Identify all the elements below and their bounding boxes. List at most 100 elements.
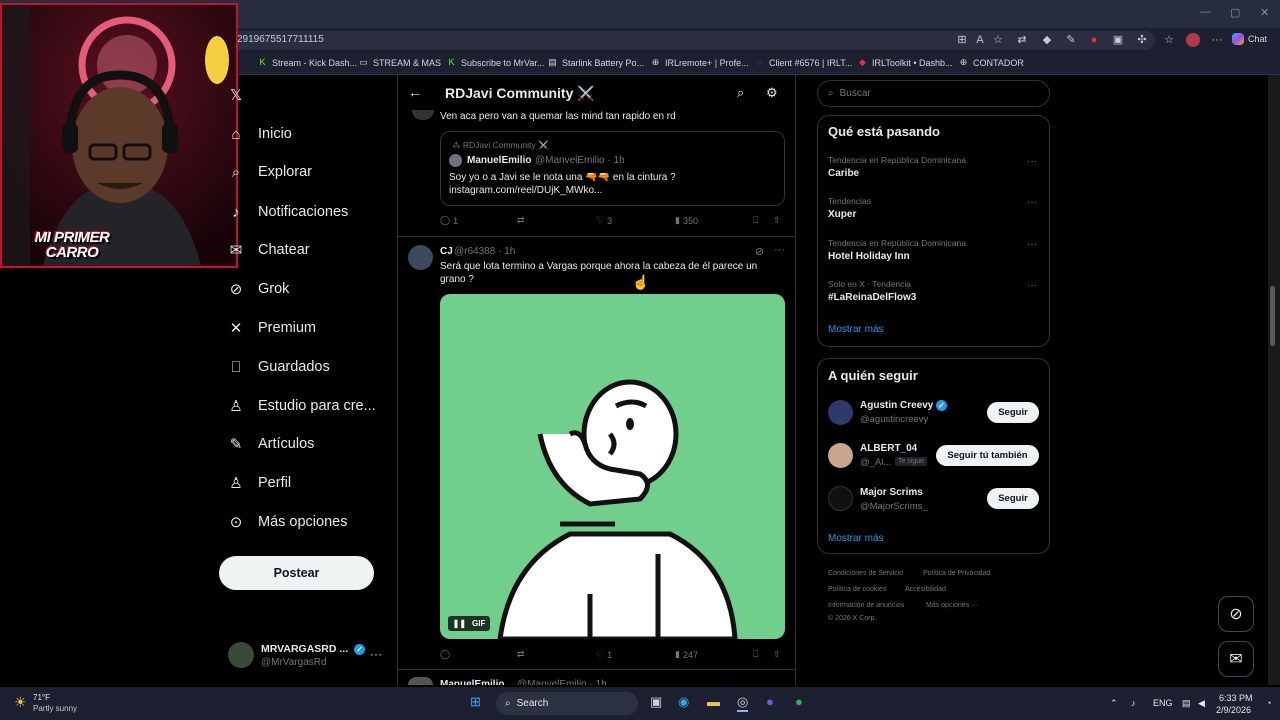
show-more-follow[interactable]: Mostrar más — [828, 533, 884, 544]
post-author[interactable]: ManuelEmilio — [440, 678, 504, 685]
bookmark-item[interactable]: K Stream - Kick Dash... — [257, 57, 357, 68]
follow-name[interactable]: Major Scrims — [860, 487, 923, 498]
nav-item-bookmarks[interactable]: ⎕ Guardados — [228, 349, 329, 385]
repost-button[interactable]: ⇄ — [517, 215, 528, 226]
follow-name[interactable]: ALBERT_04 — [860, 443, 917, 454]
url-text[interactable]: 2919675517711115 — [237, 34, 324, 45]
read-aloud-icon[interactable]: A — [973, 33, 987, 47]
account-avatar[interactable] — [228, 642, 254, 668]
extension-icon[interactable]: ● — [1087, 33, 1101, 47]
footer-link[interactable]: Política de Privacidad — [923, 570, 990, 577]
footer-link[interactable]: Más opciones ··· — [926, 602, 978, 609]
bookmark-button[interactable]: ⎕ — [753, 649, 758, 660]
avatar[interactable] — [828, 443, 853, 468]
favorites-icon[interactable]: ☆ — [1162, 33, 1176, 47]
follow-name[interactable]: Agustin Creevy ✓ — [860, 400, 948, 411]
edge-icon[interactable]: ◉ — [678, 694, 689, 710]
nav-item-notifications[interactable]: ♪ Notificaciones — [228, 194, 348, 230]
taskbar-search[interactable]: ⌕ Search — [496, 692, 638, 715]
grok-fab-icon[interactable]: ⊘ — [1218, 596, 1254, 632]
language-indicator[interactable]: ENG — [1153, 698, 1173, 708]
spotify-icon[interactable]: ● — [795, 694, 803, 709]
bookmark-item[interactable]: ◌ Client #6576 | IRLT... — [754, 57, 852, 68]
bookmark-item[interactable]: ▤ Starlink Battery Po... — [547, 57, 644, 68]
post-author[interactable]: CJ — [440, 246, 453, 257]
trend-item[interactable]: Xuper — [828, 209, 856, 220]
avatar[interactable] — [408, 677, 433, 685]
favorite-star-icon[interactable]: ☆ — [991, 33, 1005, 47]
account-more-icon[interactable]: ··· — [370, 647, 382, 661]
bookmark-item[interactable]: ◆ IRLToolkit • Dashb... — [857, 57, 953, 68]
tray-chevron-icon[interactable]: ⌃ — [1110, 698, 1118, 709]
views-button[interactable]: ▮ 247 — [675, 649, 698, 660]
search-icon[interactable]: ⌕ — [737, 85, 744, 101]
views-button[interactable]: ▮ 350 — [675, 215, 698, 226]
weather-temp[interactable]: 71°F — [33, 693, 50, 702]
close-icon[interactable]: ✕ — [1260, 6, 1269, 19]
messages-fab-icon[interactable]: ✉ — [1218, 641, 1254, 677]
post-button[interactable]: Postear — [219, 556, 374, 590]
footer-link[interactable]: Condiciones de Servicio — [828, 570, 903, 577]
like-button[interactable]: ♡ 1 — [596, 649, 612, 660]
bookmark-button[interactable]: ⎕ — [753, 215, 758, 226]
trend-more-icon[interactable]: ··· — [1027, 280, 1037, 291]
account-name[interactable]: MRVARGASRD ... ✓ — [261, 643, 366, 655]
extension-icon[interactable]: ⇄ — [1015, 33, 1029, 47]
clock-time[interactable]: 6:33 PM — [1219, 693, 1253, 703]
trend-item[interactable]: Hotel Holiday Inn — [828, 251, 910, 262]
bookmark-item[interactable]: ⊕ CONTADOR — [958, 57, 1024, 68]
trend-item[interactable]: #LaReinaDelFlow3 — [828, 292, 916, 303]
nav-item-grok[interactable]: ⊘ Grok — [228, 271, 290, 307]
footer-link[interactable]: Política de cookies — [828, 586, 886, 593]
bookmark-item[interactable]: K Subscribe to MrVar... — [446, 57, 544, 68]
show-more-trends[interactable]: Mostrar más — [828, 324, 884, 335]
footer-link[interactable]: Información de anuncios — [828, 602, 904, 609]
nav-item-creator-studio[interactable]: ♙ Estudio para cre... — [228, 388, 375, 424]
discord-icon[interactable]: ● — [766, 694, 774, 709]
gear-icon[interactable]: ⚙ — [766, 85, 778, 101]
trend-item[interactable]: Caribe — [828, 168, 859, 179]
x-logo-icon[interactable]: 𝕏 — [230, 86, 242, 104]
footer-link[interactable]: Accesibilidad — [905, 586, 946, 593]
scrollbar[interactable] — [1268, 75, 1280, 685]
like-button[interactable]: ♡ 3 — [596, 215, 612, 226]
extension-icon[interactable]: ◆ — [1040, 33, 1054, 47]
maximize-icon[interactable]: ▢ — [1230, 6, 1240, 19]
microphone-icon[interactable]: ♪ — [1131, 698, 1136, 708]
nav-item-explore[interactable]: ⌕ Explorar — [228, 154, 312, 190]
obs-icon[interactable]: ◎ — [737, 694, 749, 712]
share-button[interactable]: ⇧ — [773, 649, 781, 660]
avatar[interactable] — [408, 245, 433, 270]
back-arrow-icon[interactable]: ← — [408, 84, 422, 100]
more-icon[interactable]: ··· — [1210, 33, 1224, 47]
windows-start-icon[interactable]: ⊞ — [470, 694, 481, 710]
follow-button[interactable]: Seguir — [987, 488, 1039, 509]
task-view-icon[interactable]: ▣ — [650, 694, 662, 710]
extension-icon[interactable]: ✎ — [1064, 33, 1078, 47]
follow-button[interactable]: Seguir — [987, 402, 1039, 423]
minimize-icon[interactable]: — — [1200, 6, 1211, 18]
nav-item-profile[interactable]: ♙ Perfil — [228, 465, 291, 501]
gif-media[interactable] — [440, 294, 785, 639]
puzzle-icon[interactable]: ✣ — [1135, 33, 1149, 47]
avatar[interactable] — [828, 486, 853, 511]
grok-explain-icon[interactable]: ⊘ — [755, 245, 764, 258]
trend-more-icon[interactable]: ··· — [1027, 239, 1037, 250]
avatar[interactable] — [828, 400, 853, 425]
repost-button[interactable]: ⇄ — [517, 649, 528, 660]
nav-item-articles[interactable]: ✎ Artículos — [228, 426, 315, 462]
file-explorer-icon[interactable]: ▬ — [707, 694, 720, 709]
nav-item-chat[interactable]: ✉ Chatear — [228, 232, 310, 268]
weather-desc[interactable]: Partly sunny — [33, 704, 77, 713]
extension-icon[interactable]: ▣ — [1111, 33, 1125, 47]
gif-badge[interactable]: ❚❚ GIF — [448, 616, 490, 631]
bookmark-item[interactable]: ▭ STREAM & MAS — [358, 57, 441, 68]
network-icon[interactable]: ▤ — [1182, 698, 1191, 709]
nav-item-home[interactable]: ⌂ Inicio — [228, 116, 291, 152]
copilot-chat-button[interactable]: Chat — [1232, 33, 1267, 45]
volume-icon[interactable]: ◀ — [1198, 698, 1205, 709]
notification-bell-icon[interactable]: ◔ — [1266, 698, 1271, 708]
bookmark-item[interactable]: ⊕ IRLremote+ | Profe... — [650, 57, 749, 68]
search-input[interactable]: ⌕ Buscar — [817, 80, 1050, 107]
clock-date[interactable]: 2/9/2026 — [1216, 705, 1251, 715]
